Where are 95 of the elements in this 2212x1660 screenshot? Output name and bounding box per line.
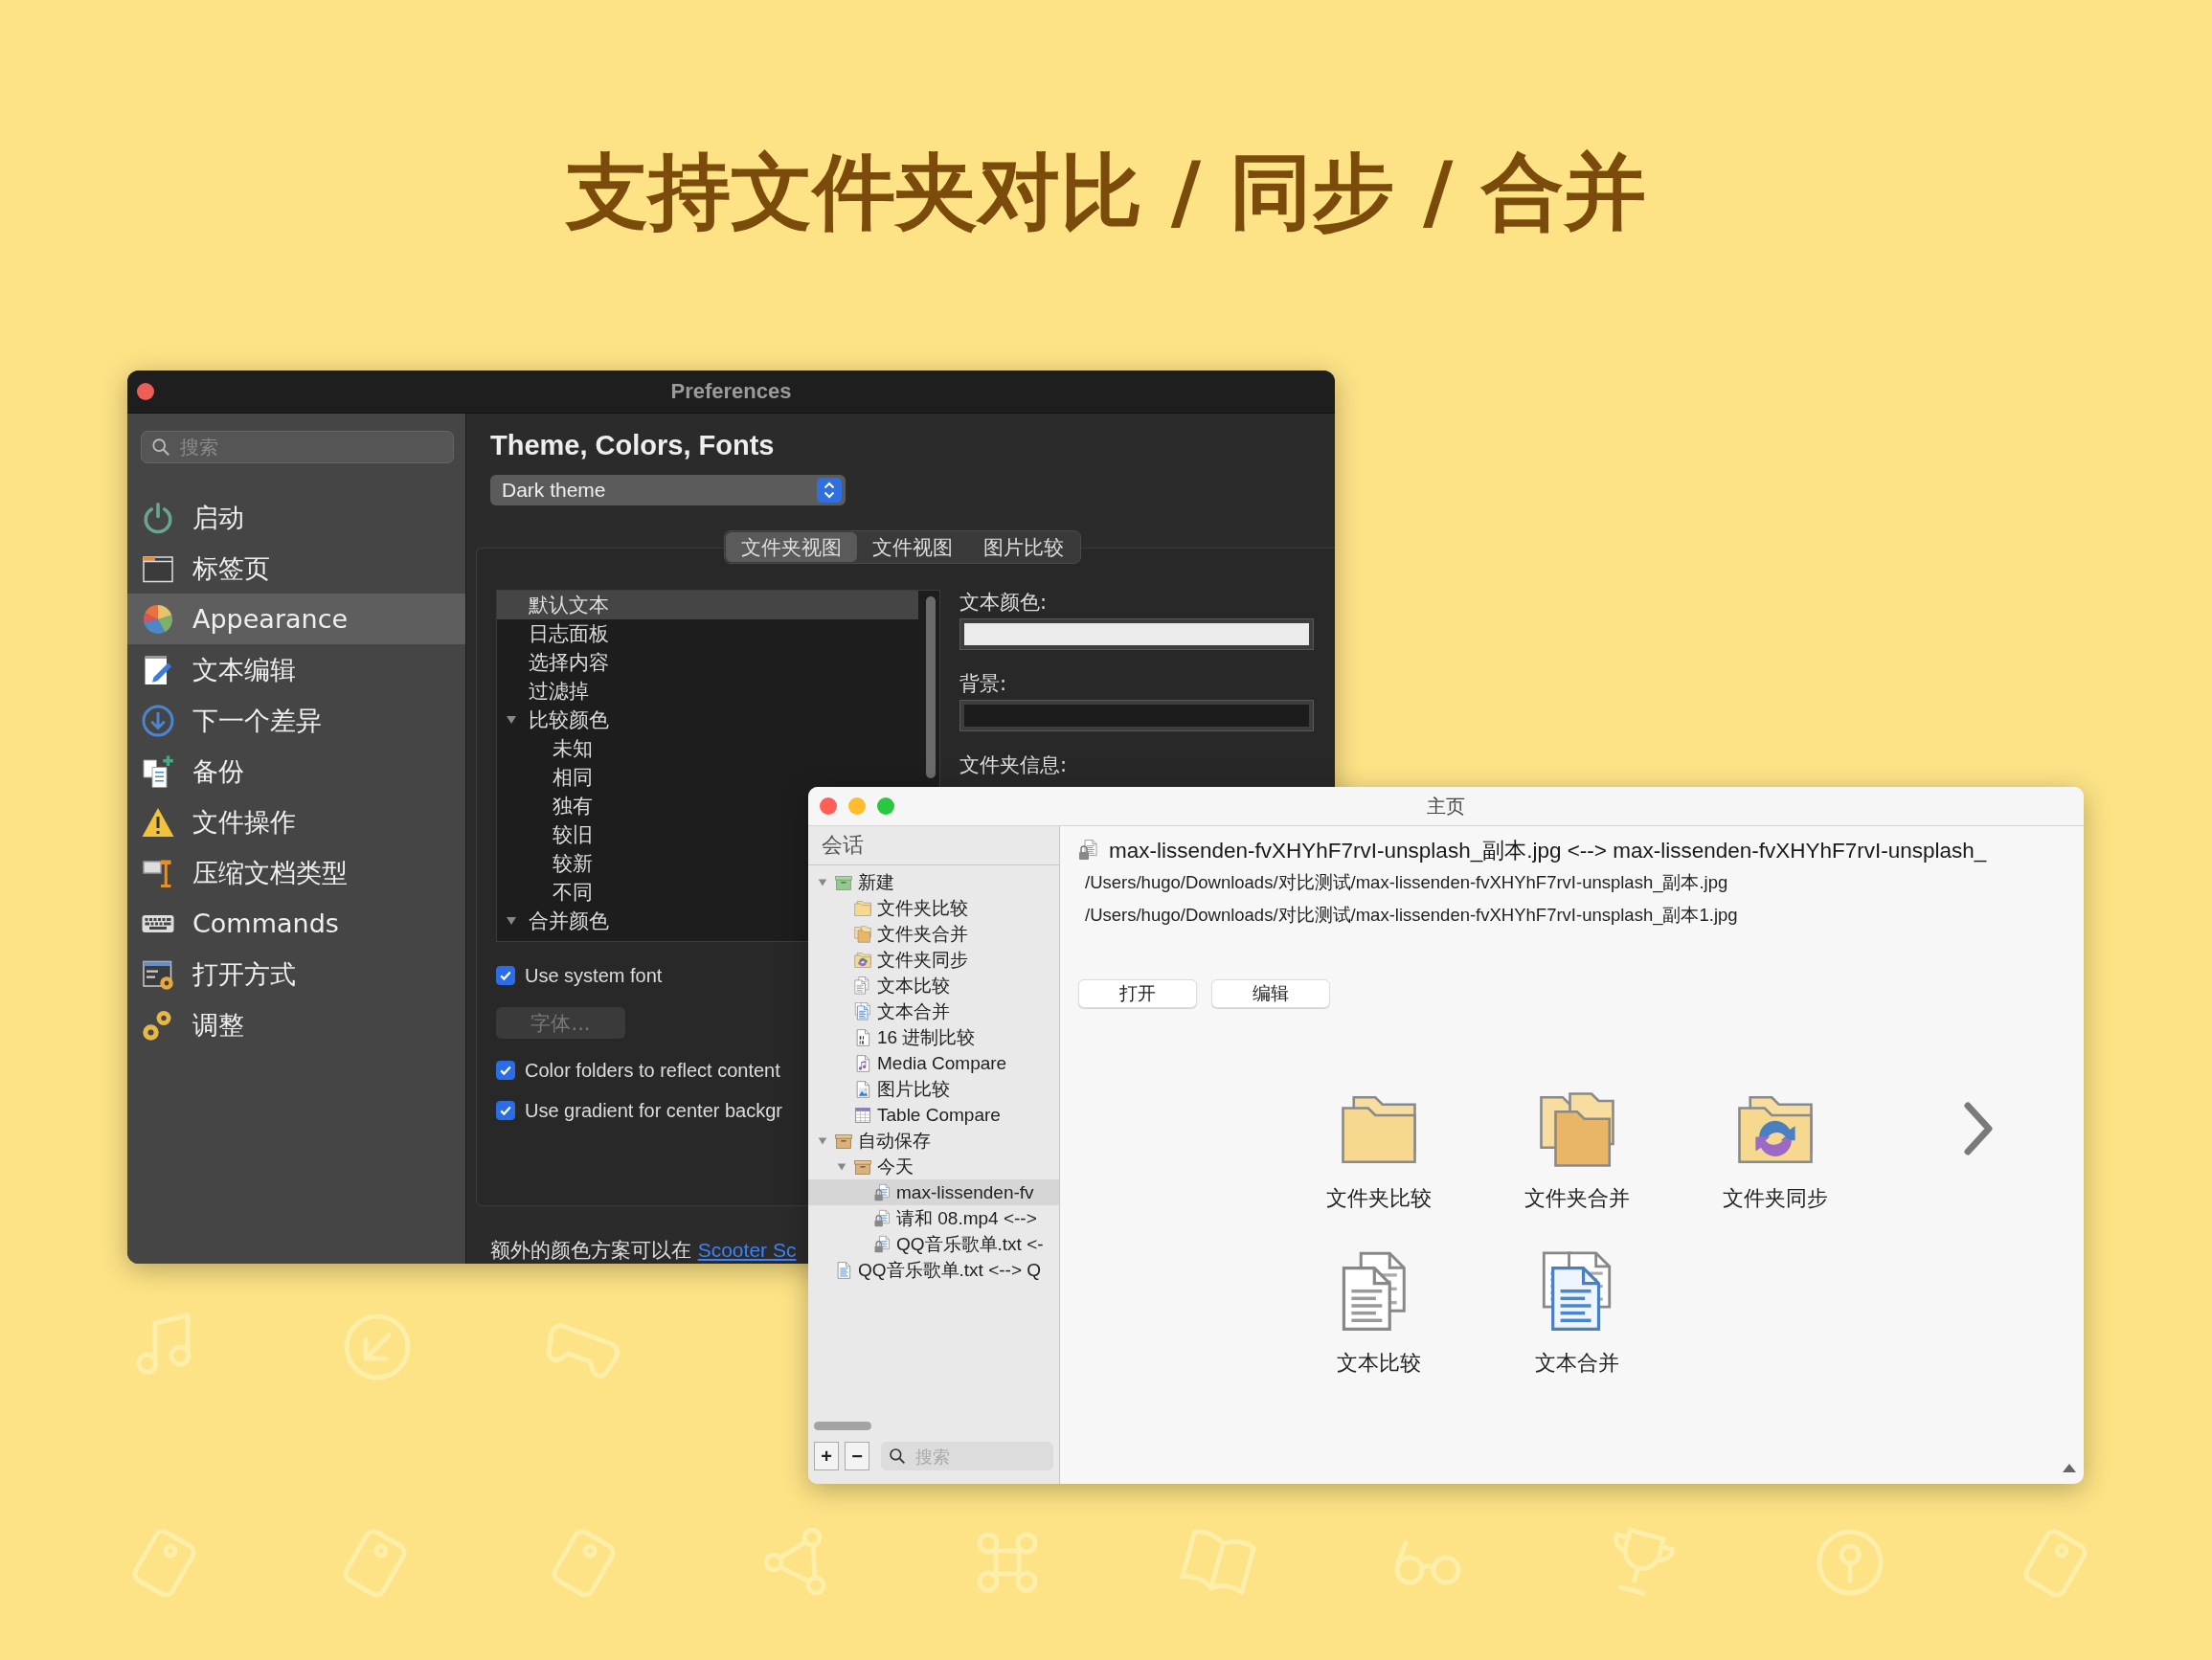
sidebar-item[interactable]: 备份: [127, 746, 465, 796]
launcher-label[interactable]: 文件夹合并: [1524, 1184, 1630, 1213]
list-row[interactable]: 日志面板: [497, 619, 617, 648]
locked-document-icon: [872, 1234, 892, 1254]
sidebar-item[interactable]: Appearance: [127, 594, 465, 644]
checkbox[interactable]: [496, 1061, 515, 1080]
locked-document-icon: [872, 1208, 892, 1228]
folders-icon: [853, 898, 872, 918]
list-row[interactable]: 不同: [497, 878, 600, 907]
section-heading: Theme, Colors, Fonts: [490, 429, 776, 461]
tree-item[interactable]: 16 进制比较: [808, 1024, 1059, 1050]
table-icon: [853, 1105, 872, 1125]
sidebar-item[interactable]: 标签页: [127, 543, 465, 594]
search-icon: [889, 1447, 906, 1465]
sidebar-item[interactable]: 启动: [127, 492, 465, 543]
tab[interactable]: 文件视图: [856, 532, 968, 562]
list-row[interactable]: 未知: [497, 734, 600, 763]
close-button[interactable]: [137, 383, 154, 400]
tree-item[interactable]: Table Compare: [808, 1102, 1059, 1128]
tree-item[interactable]: QQ音乐歌单.txt <--> Q: [808, 1257, 1059, 1283]
close-button[interactable]: [820, 797, 837, 815]
checkbox-label: Use system font: [525, 964, 663, 987]
sidebar-item[interactable]: 压缩文档类型: [127, 847, 465, 898]
tree-item[interactable]: 文件夹同步: [808, 947, 1059, 973]
sidebar-item[interactable]: 打开方式: [127, 949, 465, 999]
window-title: Preferences: [670, 379, 792, 404]
theme-dropdown[interactable]: Dark theme: [490, 475, 846, 505]
tree-item[interactable]: 今天: [808, 1154, 1059, 1179]
power-icon: [141, 500, 175, 535]
stepper-icon: [817, 478, 842, 503]
minimize-button[interactable]: [848, 797, 866, 815]
launcher-label[interactable]: 文本合并: [1534, 1349, 1619, 1378]
open-button[interactable]: 打开: [1078, 979, 1197, 1008]
documents-icon: [853, 1001, 872, 1021]
tree-item[interactable]: QQ音乐歌单.txt <-: [808, 1231, 1059, 1257]
tree-item[interactable]: 文件夹合并: [808, 921, 1059, 947]
list-row[interactable]: 合并颜色: [497, 907, 617, 935]
file-path: /Users/hugo/Downloads/对比测试/max-lissenden-fvXHYhF7rvI-unsplash_副本1.jpg: [1084, 904, 1739, 928]
list-row[interactable]: 过滤掉: [497, 677, 597, 706]
tab[interactable]: 图片比较: [967, 532, 1079, 562]
tree-item[interactable]: 请和 08.mp4 <-->: [808, 1205, 1059, 1231]
folder-sync-icon: [853, 950, 872, 970]
list-row[interactable]: 选择内容: [497, 648, 617, 677]
launcher-label[interactable]: 文件夹比较: [1325, 1184, 1432, 1213]
sidebar-item[interactable]: 调整: [127, 999, 465, 1050]
checkbox[interactable]: [496, 966, 515, 985]
locked-document-icon: [872, 1182, 892, 1202]
sidebar-header: 会话: [808, 826, 1059, 865]
zoom-button[interactable]: [877, 797, 894, 815]
tree-item[interactable]: 文件夹比较: [808, 895, 1059, 921]
sidebar-item[interactable]: 文本编辑: [127, 644, 465, 695]
tree-item[interactable]: max-lissenden-fv: [808, 1179, 1059, 1205]
tree-item[interactable]: 图片比较: [808, 1076, 1059, 1102]
color-well[interactable]: [959, 618, 1314, 650]
list-row[interactable]: 默认文本: [497, 591, 918, 619]
window-title: 主页: [1427, 793, 1465, 819]
launcher-label[interactable]: 文本比较: [1336, 1349, 1421, 1378]
checkbox[interactable]: [496, 1101, 515, 1120]
tree-item[interactable]: 文本比较: [808, 973, 1059, 998]
locked-document-icon: [1076, 839, 1099, 862]
color-well[interactable]: [959, 700, 1314, 731]
checkbox-label: Color folders to reflect content: [525, 1059, 780, 1082]
tree-item[interactable]: 文本合并: [808, 998, 1059, 1024]
tab[interactable]: 文件夹视图: [725, 532, 857, 562]
checkbox-label: Use gradient for center backgr: [525, 1099, 783, 1122]
tree-item[interactable]: 新建: [808, 869, 1059, 895]
list-row[interactable]: 比较颜色: [497, 706, 617, 734]
list-row[interactable]: 较新: [497, 849, 600, 878]
list-row[interactable]: 较旧: [497, 820, 600, 849]
session-title: max-lissenden-fvXHYhF7rvI-unsplash_副本.jpg <--> max-lissenden-fvXHYhF7rvI-unsplash_: [1109, 837, 1987, 864]
file-path: /Users/hugo/Downloads/对比测试/max-lissenden-fvXHYhF7rvI-unsplash_副本.jpg: [1084, 871, 1729, 895]
scrollbar[interactable]: [814, 1422, 871, 1430]
folders-icon: [853, 924, 872, 944]
list-row[interactable]: 独有: [497, 792, 600, 820]
list-row[interactable]: 相同: [497, 763, 600, 792]
field-label: 背景:: [959, 671, 1007, 697]
caret-up-icon: [2063, 1464, 2076, 1472]
sidebar-item[interactable]: Commands: [127, 898, 465, 949]
scooter-link[interactable]: Scooter Sc: [697, 1239, 797, 1261]
sidebar-item[interactable]: 下一个差异: [127, 695, 465, 746]
tree-item[interactable]: 自动保存: [808, 1128, 1059, 1154]
edit-button[interactable]: 编辑: [1211, 979, 1330, 1008]
scrollbar[interactable]: [926, 596, 936, 778]
field-label: 文本颜色:: [959, 590, 1048, 616]
launcher-label[interactable]: 文件夹同步: [1722, 1184, 1828, 1213]
tree-item[interactable]: Media Compare: [808, 1050, 1059, 1076]
add-button[interactable]: +: [814, 1442, 839, 1470]
down-arrow-circle-icon: [141, 703, 175, 738]
documents-plus-icon: [141, 753, 175, 789]
remove-button[interactable]: −: [845, 1442, 869, 1470]
chevron-right-icon: [1964, 1102, 1993, 1155]
sidebar-item[interactable]: 文件操作: [127, 796, 465, 847]
search-icon: [151, 437, 170, 457]
headline: 支持文件夹对比 / 同步 / 合并: [564, 143, 1648, 241]
field-label: 文件夹信息:: [959, 752, 1068, 778]
